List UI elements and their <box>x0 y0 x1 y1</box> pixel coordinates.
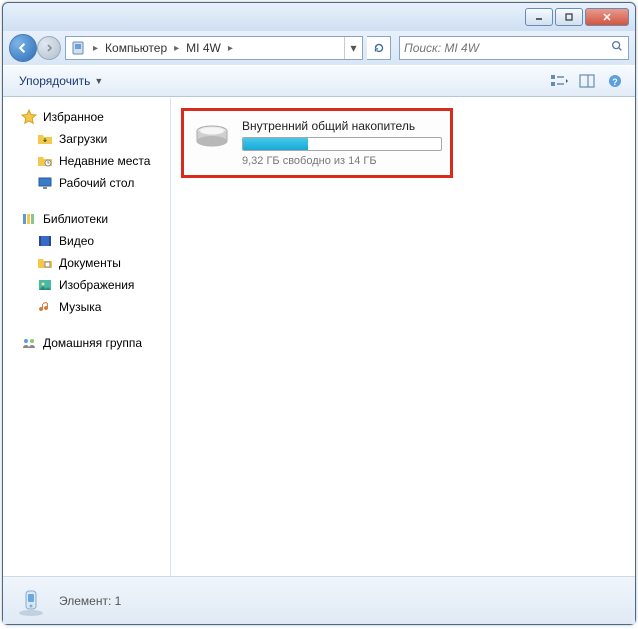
star-icon <box>21 109 37 125</box>
command-bar: Упорядочить ▼ ? <box>3 65 635 97</box>
chevron-down-icon: ▼ <box>94 76 103 86</box>
content-pane[interactable]: Внутренний общий накопитель 9,32 ГБ своб… <box>171 98 635 576</box>
explorer-window: ▸ Компьютер ▸ MI 4W ▸ ▾ Упорядочить ▼ <box>2 2 636 625</box>
drive-item[interactable]: Внутренний общий накопитель 9,32 ГБ своб… <box>181 108 453 178</box>
explorer-body: Избранное Загрузки Недавние места Рабочи… <box>3 97 635 576</box>
title-bar <box>3 3 635 31</box>
help-button[interactable]: ? <box>603 69 627 93</box>
close-button[interactable] <box>585 8 629 26</box>
sidebar-item-documents[interactable]: Документы <box>3 252 170 274</box>
sidebar-item-label: Изображения <box>59 278 134 292</box>
sidebar-homegroup-header[interactable]: Домашняя группа <box>3 332 170 354</box>
libraries-icon <box>21 211 37 227</box>
sidebar-item-label: Документы <box>59 256 121 270</box>
pictures-icon <box>37 277 53 293</box>
homegroup-icon <box>21 335 37 351</box>
breadcrumb-arrow[interactable]: ▸ <box>171 43 182 54</box>
sidebar-item-video[interactable]: Видео <box>3 230 170 252</box>
search-input[interactable] <box>404 41 610 55</box>
search-box[interactable] <box>399 36 629 60</box>
sidebar-item-label: Музыка <box>59 300 101 314</box>
navigation-bar: ▸ Компьютер ▸ MI 4W ▸ ▾ <box>3 31 635 65</box>
breadcrumb-computer[interactable]: Компьютер <box>101 37 171 59</box>
status-bar: Элемент: 1 <box>3 576 635 624</box>
view-options-button[interactable] <box>547 69 571 93</box>
sidebar-libraries-label: Библиотеки <box>43 212 108 226</box>
drive-free-text: 9,32 ГБ свободно из 14 ГБ <box>242 155 442 167</box>
svg-text:?: ? <box>612 77 618 87</box>
address-dropdown[interactable]: ▾ <box>344 37 362 59</box>
sidebar-item-recent[interactable]: Недавние места <box>3 150 170 172</box>
drive-info: Внутренний общий накопитель 9,32 ГБ своб… <box>242 119 442 167</box>
sidebar-homegroup-label: Домашняя группа <box>43 336 142 350</box>
breadcrumb-root-arrow[interactable]: ▸ <box>90 43 101 54</box>
sidebar-item-label: Недавние места <box>59 154 150 168</box>
refresh-button[interactable] <box>367 36 391 60</box>
sidebar-item-music[interactable]: Музыка <box>3 296 170 318</box>
device-icon <box>68 38 88 58</box>
search-icon <box>610 39 624 58</box>
drive-icon <box>192 119 232 159</box>
device-large-icon <box>13 583 49 619</box>
organize-button[interactable]: Упорядочить ▼ <box>11 70 111 92</box>
music-icon <box>37 299 53 315</box>
breadcrumb-device[interactable]: MI 4W <box>182 37 225 59</box>
sidebar-item-desktop[interactable]: Рабочий стол <box>3 172 170 194</box>
folder-icon <box>37 131 53 147</box>
sidebar-favorites-label: Избранное <box>43 110 104 124</box>
sidebar-item-pictures[interactable]: Изображения <box>3 274 170 296</box>
sidebar-item-label: Рабочий стол <box>59 176 134 190</box>
forward-button[interactable] <box>37 36 61 60</box>
breadcrumb-arrow[interactable]: ▸ <box>225 43 236 54</box>
recent-icon <box>37 153 53 169</box>
back-button[interactable] <box>9 34 37 62</box>
video-icon <box>37 233 53 249</box>
navigation-pane: Избранное Загрузки Недавние места Рабочи… <box>3 98 171 576</box>
address-bar[interactable]: ▸ Компьютер ▸ MI 4W ▸ ▾ <box>65 36 363 60</box>
sidebar-item-downloads[interactable]: Загрузки <box>3 128 170 150</box>
status-text: Элемент: 1 <box>59 594 121 608</box>
maximize-button[interactable] <box>555 8 583 26</box>
preview-pane-button[interactable] <box>575 69 599 93</box>
organize-label: Упорядочить <box>19 74 90 88</box>
sidebar-favorites-header[interactable]: Избранное <box>3 106 170 128</box>
drive-capacity-bar <box>242 137 442 151</box>
sidebar-libraries-header[interactable]: Библиотеки <box>3 208 170 230</box>
drive-name: Внутренний общий накопитель <box>242 119 442 133</box>
desktop-icon <box>37 175 53 191</box>
minimize-button[interactable] <box>525 8 553 26</box>
documents-icon <box>37 255 53 271</box>
sidebar-item-label: Загрузки <box>59 132 107 146</box>
sidebar-item-label: Видео <box>59 234 94 248</box>
